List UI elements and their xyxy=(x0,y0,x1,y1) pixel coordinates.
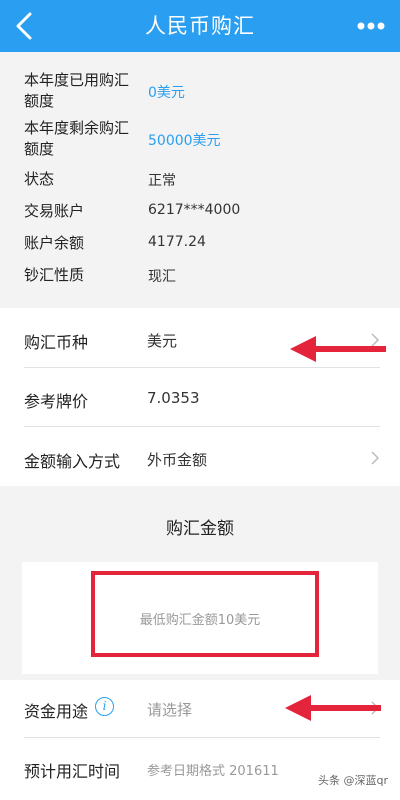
usage-time-placeholder: 参考日期格式 201611 xyxy=(147,764,279,779)
info-value-used-quota: 0美元 xyxy=(148,85,185,101)
annotation-arrow-icon xyxy=(285,695,381,721)
info-label-cash-nature: 钞汇性质 xyxy=(24,266,85,284)
usage-time-label: 预计用汇时间 xyxy=(24,762,121,781)
more-options-icon[interactable] xyxy=(356,20,386,32)
info-label-remaining-quota: 本年度剩余购汇额度 xyxy=(24,119,130,158)
divider xyxy=(24,367,380,368)
info-value-status: 正常 xyxy=(148,173,176,189)
currency-value: 美元 xyxy=(147,332,178,350)
info-value-account: 6217***4000 xyxy=(148,202,241,218)
input-mode-label: 金额输入方式 xyxy=(24,452,121,471)
fund-purpose-label: 资金用途 xyxy=(24,702,89,721)
page-title: 人民币购汇 xyxy=(145,14,255,38)
info-label-used-quota: 本年度已用购汇额度 xyxy=(24,71,130,110)
rate-label: 参考牌价 xyxy=(24,392,89,411)
amount-section-title: 购汇金额 xyxy=(166,519,234,539)
app-header: 人民币购汇 xyxy=(0,0,400,52)
annotation-highlight-box xyxy=(91,571,319,657)
info-value-balance: 4177.24 xyxy=(148,234,206,250)
info-value-remaining-quota: 50000美元 xyxy=(148,133,221,149)
info-label-account: 交易账户 xyxy=(24,202,85,220)
chevron-right-icon xyxy=(371,451,380,465)
divider xyxy=(24,426,380,427)
divider xyxy=(24,737,380,738)
fund-purpose-placeholder: 请选择 xyxy=(147,701,193,719)
info-label-status: 状态 xyxy=(24,170,55,188)
annotation-arrow-icon xyxy=(290,336,386,362)
rate-value: 7.0353 xyxy=(147,389,200,407)
info-value-cash-nature: 现汇 xyxy=(148,269,176,285)
currency-label: 购汇币种 xyxy=(24,333,89,352)
watermark: 头条 @深蓝qr xyxy=(317,774,388,787)
account-info-section: 本年度已用购汇额度 0美元 本年度剩余购汇额度 50000美元 状态 正常 交易… xyxy=(0,52,400,308)
info-label-balance: 账户余额 xyxy=(24,234,85,252)
info-icon[interactable]: i xyxy=(95,697,114,716)
input-mode-value: 外币金额 xyxy=(147,451,208,469)
